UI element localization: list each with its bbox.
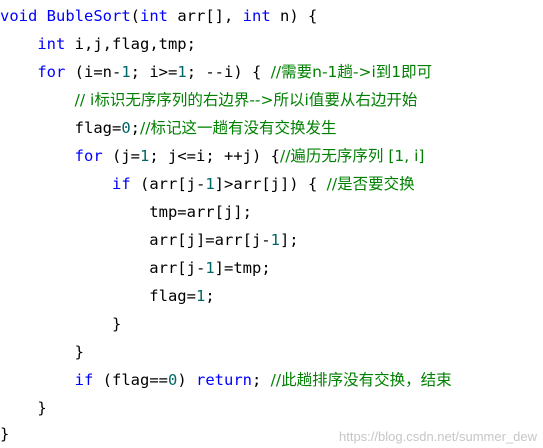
- code-token: (j=: [102, 147, 140, 165]
- code-line: flag=1;: [0, 282, 215, 310]
- code-token: (arr[j-: [130, 175, 206, 193]
- code-token: // i标识无序序列的右边界-->所以i值要从右边开始: [74, 91, 418, 109]
- code-token: 1: [139, 147, 150, 165]
- code-token: //需要n-1趟->i到1即可: [270, 63, 433, 81]
- code-token: }: [0, 399, 47, 417]
- code-line: if (flag==0) return; //此趟排序没有交换，结束: [0, 366, 452, 394]
- code-token: ): [177, 371, 196, 389]
- code-token: tmp=arr[j];: [0, 203, 252, 221]
- code-line: flag=0;//标记这一趟有没有交换发生: [0, 114, 337, 142]
- code-token: arr[j]=arr[j-: [0, 231, 271, 249]
- code-token: ]=tmp;: [214, 259, 271, 277]
- code-token: arr[],: [168, 7, 243, 25]
- code-token: 1: [205, 259, 215, 277]
- code-line: }: [0, 310, 121, 338]
- code-token: arr[j-: [0, 259, 206, 277]
- code-token: 1: [195, 287, 206, 305]
- code-line: }: [0, 394, 47, 422]
- code-token: 1: [121, 63, 131, 81]
- code-token: for: [74, 147, 103, 165]
- code-token: int: [37, 35, 66, 53]
- code-token: 0: [121, 119, 131, 137]
- code-line: if (arr[j-1]>arr[j]) { //是否要交换: [0, 170, 415, 198]
- code-token: i,j,flag,tmp;: [65, 35, 196, 53]
- code-token: 0: [167, 371, 178, 389]
- code-token: ; i>=: [130, 63, 178, 81]
- code-token: //标记这一趟有没有交换发生: [140, 119, 337, 137]
- code-token: //此趟排序没有交换，结束: [270, 371, 452, 389]
- code-line: for (j=1; j<=i; ++j) {//遍历无序序列 [1, i]: [0, 142, 425, 170]
- code-line: }: [0, 420, 9, 448]
- code-token: flag=: [0, 287, 196, 305]
- code-token: ];: [279, 231, 299, 249]
- code-token: }: [0, 315, 122, 333]
- code-line: arr[j]=arr[j-1];: [0, 226, 299, 254]
- code-block: void BubleSort(int arr[], int n) { int i…: [0, 0, 543, 446]
- code-token: BubleSort: [46, 7, 131, 25]
- code-token: ]>arr[j]) {: [214, 175, 327, 193]
- code-token: for: [37, 63, 66, 81]
- code-token: 1: [270, 231, 280, 249]
- code-token: n) {: [270, 7, 318, 25]
- code-token: if: [74, 371, 94, 389]
- code-line: int i,j,flag,tmp;: [0, 30, 196, 58]
- code-token: 1: [205, 175, 215, 193]
- code-token: flag=: [0, 119, 122, 137]
- code-line: void BubleSort(int arr[], int n) {: [0, 2, 317, 30]
- code-token: void: [0, 7, 47, 25]
- code-line: arr[j-1]=tmp;: [0, 254, 271, 282]
- code-token: int: [242, 7, 271, 25]
- code-token: int: [140, 7, 169, 25]
- code-token: (flag==: [93, 371, 168, 389]
- code-token: //是否要交换: [326, 175, 415, 193]
- code-token: }: [0, 425, 10, 443]
- watermark: https://blog.csdn.net/summer_dew: [339, 429, 537, 444]
- code-token: ;: [130, 119, 141, 137]
- code-token: ;: [205, 287, 215, 305]
- code-token: 1: [177, 63, 187, 81]
- code-token: ; j<=i; ++j) {: [149, 147, 280, 165]
- code-token: ; --i) {: [186, 63, 271, 81]
- code-token: //遍历无序序列 [1, i]: [279, 147, 425, 165]
- code-token: ;: [252, 371, 271, 389]
- code-token: (: [130, 7, 141, 25]
- code-token: if: [111, 175, 131, 193]
- code-line: }: [0, 338, 84, 366]
- code-line: tmp=arr[j];: [0, 198, 252, 226]
- code-line: // i标识无序序列的右边界-->所以i值要从右边开始: [0, 86, 418, 114]
- code-line: for (i=n-1; i>=1; --i) { //需要n-1趟->i到1即可: [0, 58, 432, 86]
- code-token: (i=n-: [65, 63, 122, 81]
- code-token: }: [0, 343, 84, 361]
- code-token: return: [196, 371, 252, 389]
